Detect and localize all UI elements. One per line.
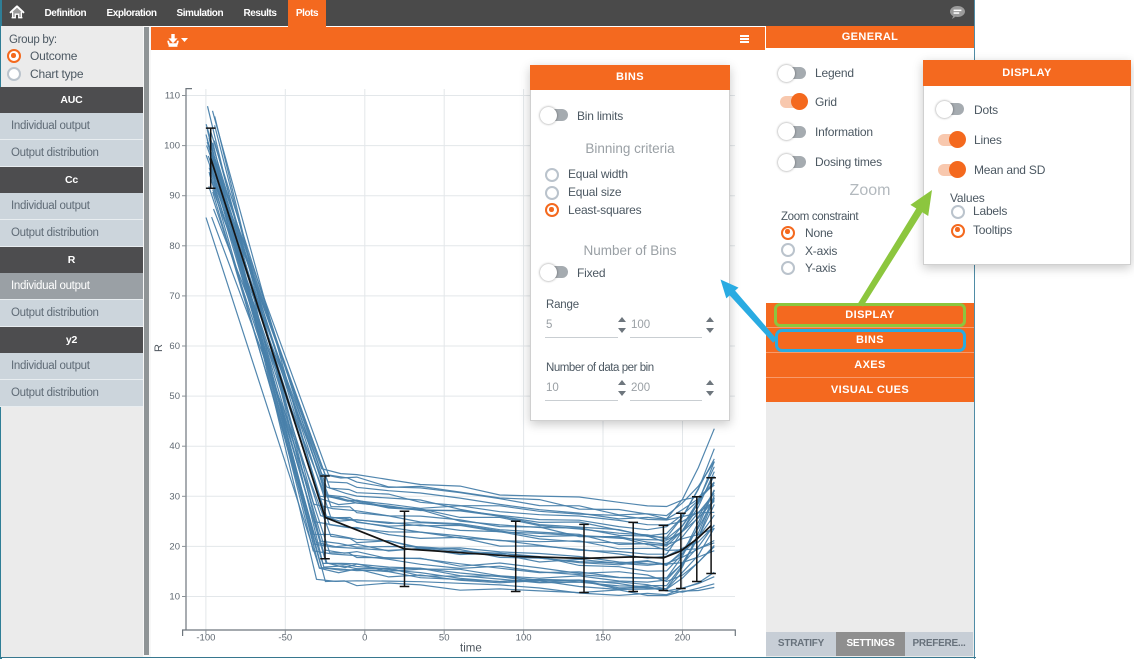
svg-text:60: 60 [169,341,180,352]
svg-text:time: time [460,643,482,655]
svg-text:30: 30 [169,491,180,502]
svg-text:50: 50 [439,633,450,644]
svg-text:0: 0 [362,633,367,644]
svg-text:90: 90 [169,191,180,202]
svg-text:40: 40 [169,441,180,452]
svg-text:20: 20 [169,541,180,552]
svg-text:R: R [153,344,165,352]
svg-text:200: 200 [675,633,691,644]
svg-text:-50: -50 [278,633,292,644]
svg-text:100: 100 [516,633,532,644]
svg-text:70: 70 [169,291,180,302]
svg-text:-100: -100 [196,633,215,644]
svg-text:150: 150 [595,633,611,644]
svg-text:80: 80 [169,241,180,252]
svg-text:10: 10 [169,592,180,603]
svg-text:110: 110 [165,91,180,102]
svg-text:50: 50 [169,391,180,402]
svg-text:100: 100 [164,141,180,152]
